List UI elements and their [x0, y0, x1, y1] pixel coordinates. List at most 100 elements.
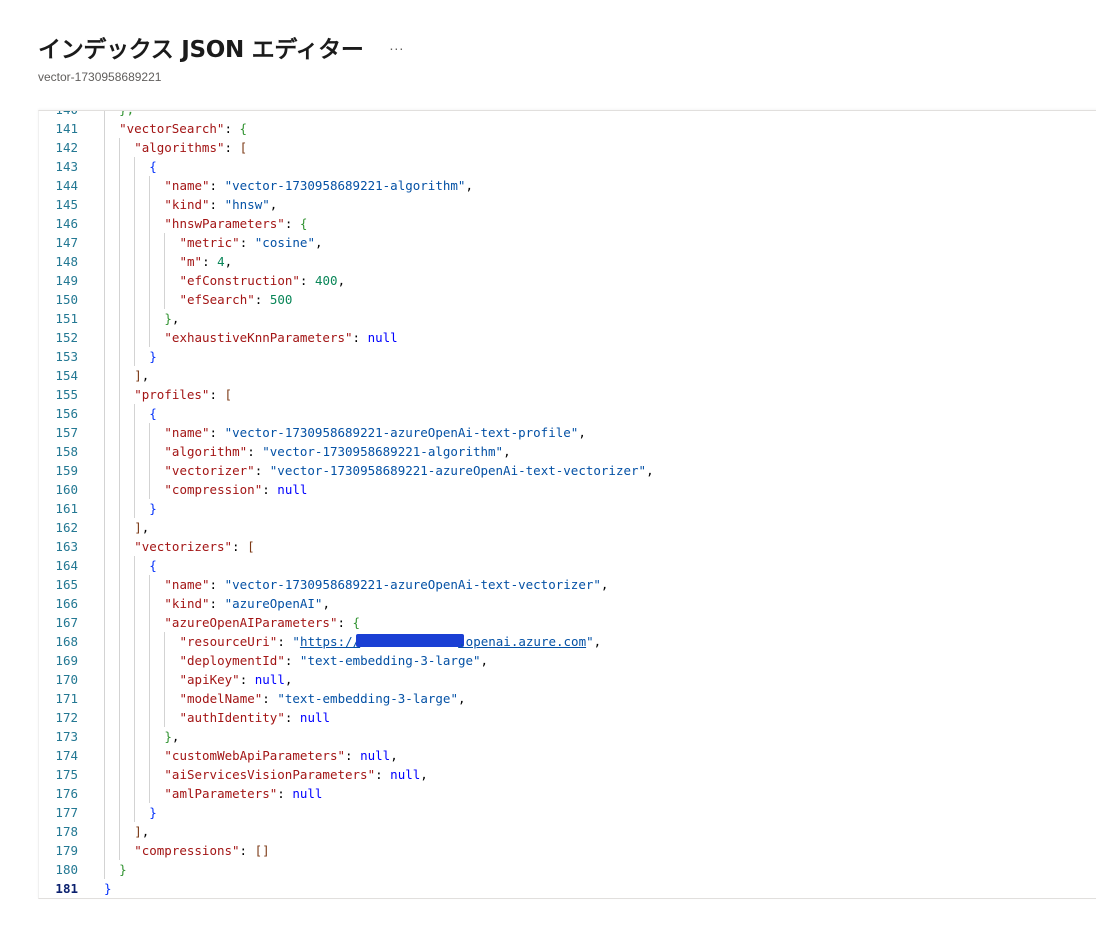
code-token: ,	[141, 824, 150, 839]
uri-link[interactable]: .openai.azure.com	[458, 634, 586, 649]
code-token: ,	[646, 463, 654, 478]
code-line[interactable]: 152 "exhaustiveKnnParameters": null	[39, 328, 1096, 347]
code-line[interactable]: 167 "azureOpenAIParameters": {	[39, 613, 1096, 632]
line-number: 153	[55, 349, 78, 364]
line-number: 159	[55, 463, 78, 478]
code-line[interactable]: 173},	[39, 727, 1096, 746]
code-text: "vectorizers": [	[134, 537, 254, 556]
code-token: }	[149, 349, 157, 364]
indent-guide	[119, 784, 121, 803]
code-token: ,	[141, 520, 150, 535]
code-line[interactable]: 174 "customWebApiParameters": null,	[39, 746, 1096, 765]
indent-guide	[119, 594, 121, 613]
code-token: }	[164, 729, 172, 744]
code-token: "exhaustiveKnnParameters"	[164, 330, 353, 345]
code-line[interactable]: 171 "modelName": "text-embedding-3-large"…	[39, 689, 1096, 708]
code-token: :	[209, 197, 225, 212]
indent-guide	[134, 328, 136, 347]
code-text: "authIdentity": null	[180, 708, 331, 727]
indent-guide	[119, 708, 121, 727]
indent-guide	[149, 480, 151, 499]
code-line[interactable]: 159 "vectorizer": "vector-1730958689221-a…	[39, 461, 1096, 480]
code-text: "modelName": "text-embedding-3-large",	[180, 689, 466, 708]
code-line[interactable]: 156 {	[39, 404, 1096, 423]
code-line[interactable]: 178],	[39, 822, 1096, 841]
code-line[interactable]: 140},	[39, 111, 1096, 119]
more-options-button[interactable]: ...	[390, 37, 405, 53]
code-token: null	[299, 710, 331, 725]
code-line[interactable]: 160 "compression": null	[39, 480, 1096, 499]
code-line[interactable]: 165 "name": "vector-1730958689221-azureOp…	[39, 575, 1096, 594]
code-line[interactable]: 177}	[39, 803, 1096, 822]
indent-guide	[104, 423, 105, 442]
code-token: "algorithm"	[164, 444, 248, 459]
code-line[interactable]: 176 "amlParameters": null	[39, 784, 1096, 803]
code-line[interactable]: 170 "apiKey": null,	[39, 670, 1096, 689]
indent-guide	[149, 689, 151, 708]
code-line[interactable]: 154],	[39, 366, 1096, 385]
indent-guide	[104, 404, 105, 423]
code-line[interactable]: 147 "metric": "cosine",	[39, 233, 1096, 252]
code-line[interactable]: 150 "efSearch": 500	[39, 290, 1096, 309]
indent-guide	[149, 575, 151, 594]
code-line[interactable]: 157 "name": "vector-1730958689221-azureOp…	[39, 423, 1096, 442]
indent-guide	[104, 518, 105, 537]
code-line[interactable]: 179 "compressions": []	[39, 841, 1096, 860]
code-token: :	[209, 596, 225, 611]
indent-guide	[134, 784, 136, 803]
indent-guide	[119, 214, 121, 233]
code-line[interactable]: 164 {	[39, 556, 1096, 575]
indent-guide	[119, 404, 121, 423]
line-number: 173	[55, 729, 78, 744]
code-text: "exhaustiveKnnParameters": null	[164, 328, 397, 347]
indent-guide	[119, 461, 121, 480]
code-line[interactable]: 181}	[39, 879, 1096, 898]
code-token: :	[262, 691, 278, 706]
code-text: "apiKey": null,	[180, 670, 293, 689]
code-line[interactable]: 142 "algorithms": [	[39, 138, 1096, 157]
code-token: {	[149, 406, 157, 421]
code-line[interactable]: 151},	[39, 309, 1096, 328]
code-token: :	[284, 710, 300, 725]
indent-guide	[134, 708, 136, 727]
code-line[interactable]: 153}	[39, 347, 1096, 366]
line-number: 140	[39, 111, 78, 119]
code-token: :	[224, 121, 240, 136]
code-line[interactable]: 145 "kind": "hnsw",	[39, 195, 1096, 214]
code-line[interactable]: 166 "kind": "azureOpenAI",	[39, 594, 1096, 613]
code-token: ,	[480, 653, 489, 668]
code-line[interactable]: 148 "m": 4,	[39, 252, 1096, 271]
indent-guide	[104, 499, 105, 518]
indent-guide	[104, 822, 105, 841]
code-line[interactable]: 141 "vectorSearch": {	[39, 119, 1096, 138]
indent-guide	[104, 708, 105, 727]
code-line[interactable]: 169 "deploymentId": "text-embedding-3-lar…	[39, 651, 1096, 670]
indent-guide	[149, 613, 151, 632]
code-token: 4	[217, 254, 225, 269]
indent-guide	[149, 423, 151, 442]
code-token: "amlParameters"	[164, 786, 278, 801]
page-header: インデックス JSON エディター ... vector-17309586892…	[38, 30, 1068, 84]
code-text: }	[104, 879, 112, 898]
indent-guide	[104, 271, 105, 290]
code-text: }	[149, 347, 157, 366]
line-number: 163	[55, 539, 78, 554]
code-token: ,	[457, 691, 466, 706]
code-line[interactable]: 143 {	[39, 157, 1096, 176]
code-line[interactable]: 180}	[39, 860, 1096, 879]
code-line[interactable]: 168 "resourceUri": "https://.openai.azure…	[39, 632, 1096, 651]
code-line[interactable]: 155 "profiles": [	[39, 385, 1096, 404]
code-line[interactable]: 144 "name": "vector-1730958689221-algorit…	[39, 176, 1096, 195]
code-line[interactable]: 149 "efConstruction": 400,	[39, 271, 1096, 290]
uri-link[interactable]: https://	[300, 634, 360, 649]
code-line[interactable]: 163 "vectorizers": [	[39, 537, 1096, 556]
code-line[interactable]: 162],	[39, 518, 1096, 537]
code-line[interactable]: 161}	[39, 499, 1096, 518]
code-line[interactable]: 172 "authIdentity": null	[39, 708, 1096, 727]
code-text: "name": "vector-1730958689221-azureOpenA…	[164, 575, 608, 594]
code-line[interactable]: 158 "algorithm": "vector-1730958689221-al…	[39, 442, 1096, 461]
code-line[interactable]: 146 "hnswParameters": {	[39, 214, 1096, 233]
code-token: ,	[578, 425, 586, 440]
json-code-editor[interactable]: 140},141"vectorSearch": {142"algorithms"…	[38, 110, 1096, 899]
code-line[interactable]: 175 "aiServicesVisionParameters": null,	[39, 765, 1096, 784]
